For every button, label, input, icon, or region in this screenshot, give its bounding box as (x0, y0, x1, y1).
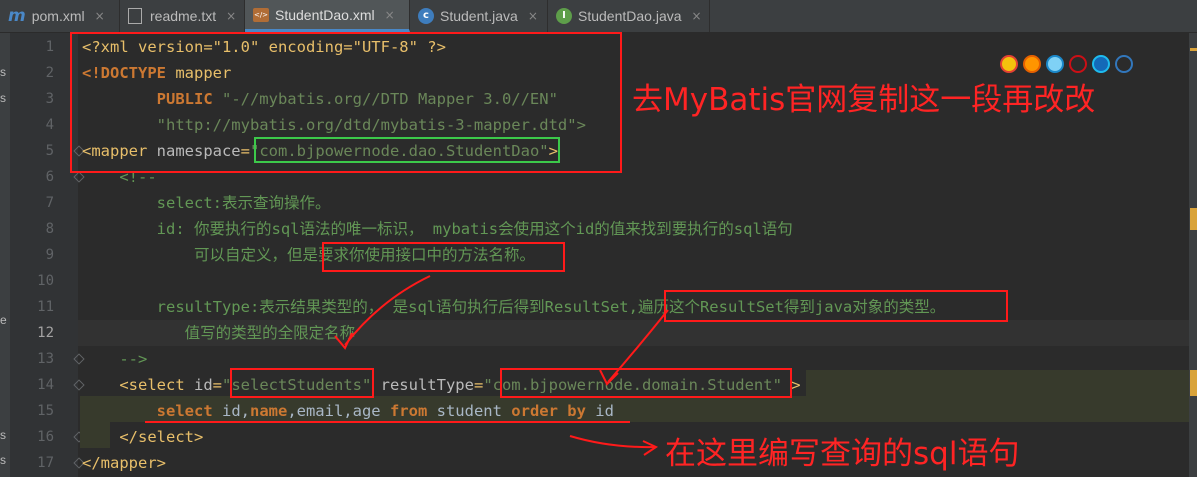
browser-preview-bar (1000, 55, 1133, 79)
scroll-marker (1190, 48, 1197, 51)
ie-icon[interactable] (1092, 55, 1110, 73)
arrowhead (334, 332, 353, 350)
edge-icon[interactable] (1115, 55, 1133, 73)
arrow-resultset-to-type (607, 309, 669, 383)
firefox-icon[interactable] (1023, 55, 1041, 73)
opera-icon[interactable] (1069, 55, 1087, 73)
scroll-marker (1190, 370, 1197, 396)
annotation-write-sql-here: 在这里编写查询的sql语句 (665, 436, 1020, 472)
annotation-copy-from-site: 去MyBatis官网复制这一段再改改 (632, 82, 1096, 118)
scroll-marker (1190, 208, 1197, 230)
safari-icon[interactable] (1046, 55, 1064, 73)
editor-scrollbar[interactable] (1189, 33, 1197, 477)
arrow-to-sql-note (569, 435, 656, 449)
chrome-icon[interactable] (1000, 55, 1018, 73)
arrow-method-to-id (344, 275, 431, 346)
